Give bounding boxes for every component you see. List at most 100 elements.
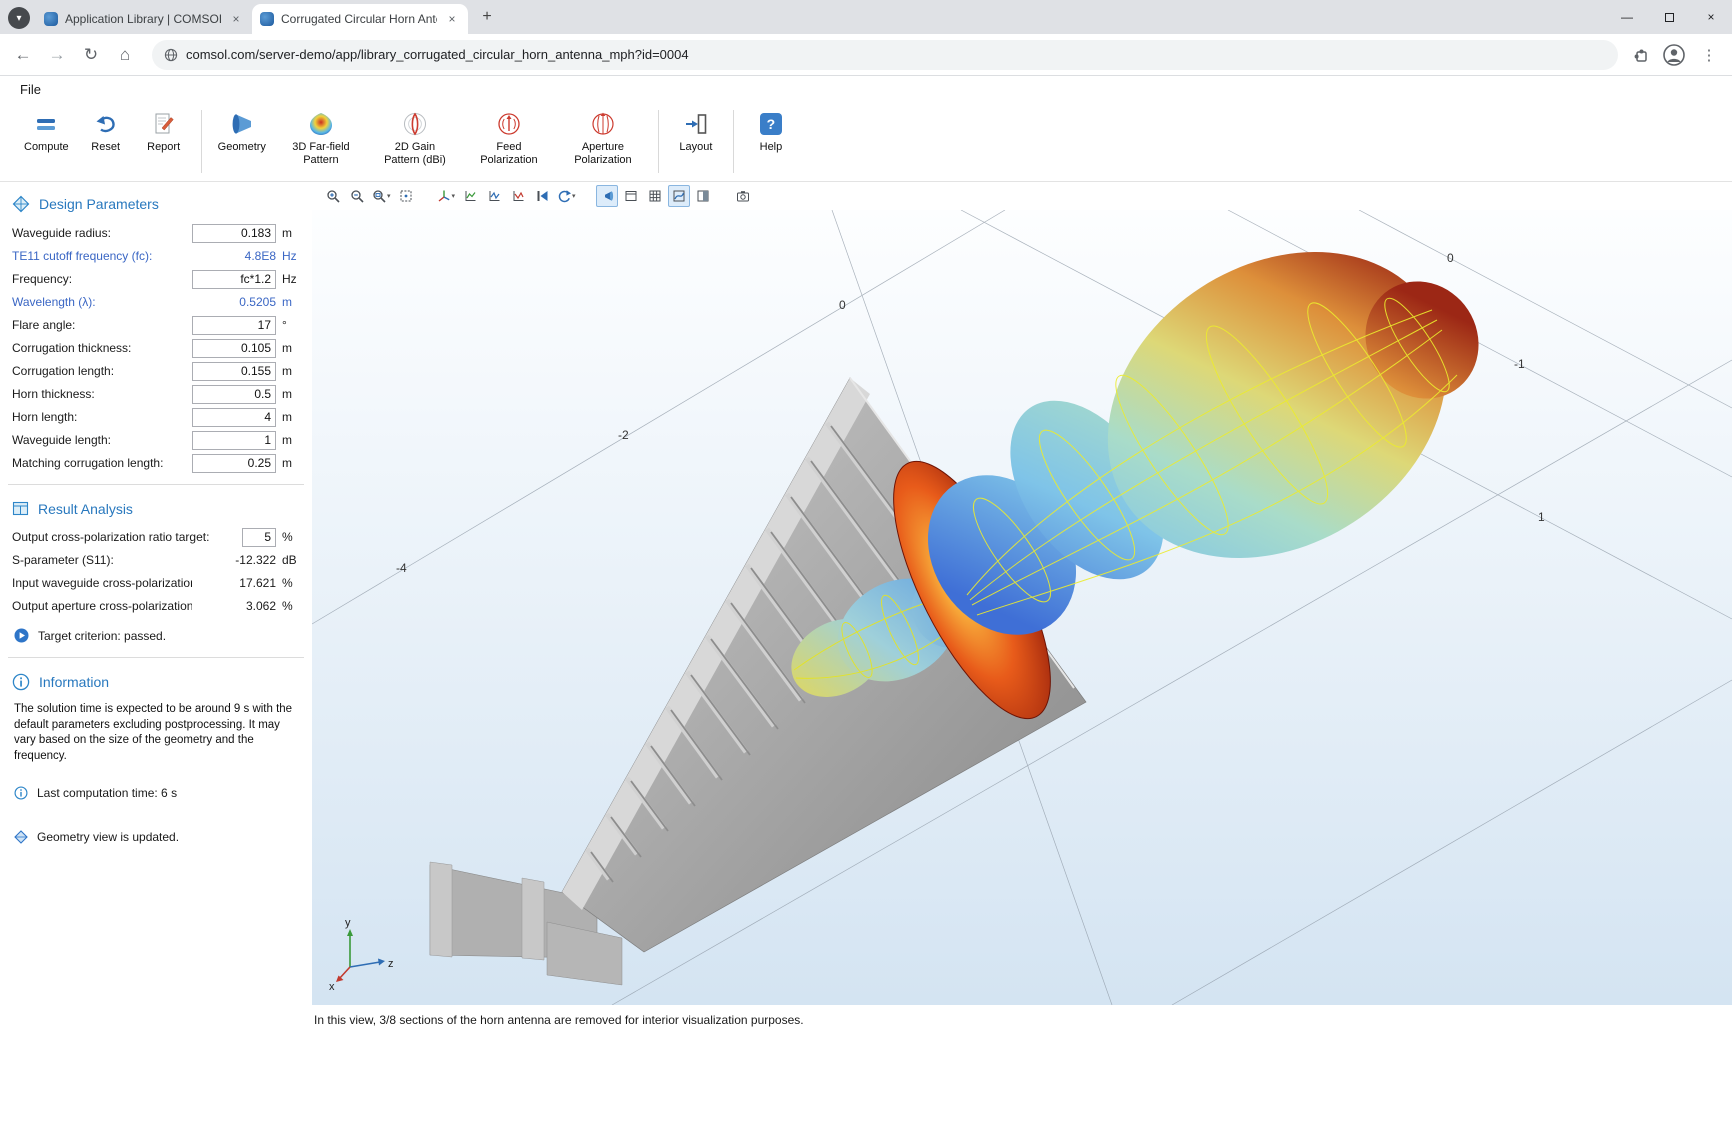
scene-light-icon [600,189,614,203]
show-legend-button[interactable] [620,185,642,207]
snapshot-button[interactable] [732,185,754,207]
tab-application-library[interactable]: Application Library | COMSOL S × [36,4,252,34]
waveguide-length-input[interactable] [192,431,276,450]
section-title: Information [39,674,109,690]
param-unit: m [282,226,302,240]
settings-panel: Design Parameters Waveguide radius: m TE… [0,182,312,1145]
minimize-button[interactable]: — [1606,0,1648,34]
information-body: The solution time is expected to be arou… [0,700,312,768]
close-button[interactable]: × [1690,0,1732,34]
compute-button[interactable]: Compute [16,106,77,158]
clip-plane-button[interactable] [692,185,714,207]
param-label: Horn length: [12,410,192,424]
show-grid-icon [648,189,662,203]
layout-button[interactable]: Layout [667,106,725,158]
view-orientation-button[interactable]: ▾ [435,185,458,207]
axis-label: 0 [1447,251,1454,265]
tab-search-icon[interactable]: ▾ [8,7,30,29]
farfield-button[interactable]: 3D Far-field Pattern [274,106,368,171]
comsol-favicon-icon [44,12,58,26]
ribbon-separator [658,110,659,173]
help-button[interactable]: ? Help [742,106,800,158]
zoom-in-button[interactable] [322,185,344,207]
corrugation-thickness-input[interactable] [192,339,276,358]
result-unit: % [282,576,302,590]
show-legend-icon [624,189,638,203]
design-parameters-icon [12,195,30,213]
url-bar[interactable]: comsol.com/server-demo/app/library_corru… [152,40,1618,70]
reset-button[interactable]: Reset [77,106,135,158]
reload-button[interactable]: ↻ [78,42,104,68]
section-divider [8,657,304,658]
dropdown-caret-icon: ▾ [572,192,576,200]
scene-light-button[interactable] [596,185,618,207]
param-label: TE11 cutoff frequency (fc): [12,249,192,263]
new-tab-button[interactable]: + [474,4,500,30]
extensions-icon[interactable] [1632,45,1652,65]
tab-title: Corrugated Circular Horn Anten [281,12,437,26]
layout-icon [683,110,709,138]
corrugation-length-input[interactable] [192,362,276,381]
axis-label: -1 [1514,357,1525,371]
first-view-button[interactable] [531,185,553,207]
feed-polarization-icon [496,110,522,138]
geometry-button[interactable]: Geometry [210,106,274,158]
rotate-view-button[interactable]: ▾ [555,185,578,207]
plot-yz-button[interactable] [483,185,505,207]
triad-y-label: y [345,917,351,929]
flare-angle-input[interactable] [192,316,276,335]
home-button[interactable]: ⌂ [112,42,138,68]
param-unit: m [282,295,302,309]
result-label: Output aperture cross-polarization ratio… [12,599,192,613]
file-menu[interactable]: File [14,80,47,99]
horn-thickness-input[interactable] [192,385,276,404]
param-row: Horn length: m [0,406,312,428]
gain-pattern-button[interactable]: 2D Gain Pattern (dBi) [368,106,462,171]
zoom-out-icon [350,189,364,203]
aperture-polarization-button[interactable]: Aperture Polarization [556,106,650,171]
result-unit: dB [282,553,302,567]
zoom-box-icon [372,189,386,203]
waveguide-radius-input[interactable] [192,224,276,243]
tab-close-icon[interactable]: × [444,11,460,27]
param-row: Waveguide radius: m [0,222,312,244]
graphics-canvas[interactable]: 0 -2 -4 0 -1 1 [312,210,1732,1005]
horn-length-input[interactable] [192,408,276,427]
param-unit: Hz [282,249,302,263]
maximize-button[interactable] [1648,0,1690,34]
zoom-out-button[interactable] [346,185,368,207]
zoom-box-button[interactable]: ▾ [370,185,393,207]
ribbon-separator [201,110,202,173]
result-row: Output aperture cross-polarization ratio… [0,595,312,617]
browser-menu-icon[interactable]: ⋮ [1696,42,1722,68]
plot-xy-button[interactable] [459,185,481,207]
param-label: Horn thickness: [12,387,192,401]
show-axes-button[interactable] [668,185,690,207]
result-row: S-parameter (S11): -12.322 dB [0,549,312,571]
axis-label: 1 [1538,510,1545,524]
frequency-input[interactable] [192,270,276,289]
matching-corrugation-length-input[interactable] [192,454,276,473]
section-title: Result Analysis [38,501,133,517]
back-button[interactable]: ← [10,42,36,68]
output-cross-pol-target-input[interactable] [242,528,276,547]
status-text: Last computation time: 6 s [37,786,177,800]
site-info-icon[interactable] [164,48,178,62]
plot-zx-button[interactable] [507,185,529,207]
param-unit: m [282,341,302,355]
tab-close-icon[interactable]: × [228,11,244,27]
show-grid-button[interactable] [644,185,666,207]
profile-avatar[interactable] [1662,43,1686,67]
report-button[interactable]: Report [135,106,193,158]
result-label: S-parameter (S11): [12,553,192,567]
zoom-in-icon [326,189,340,203]
status-text: Geometry view is updated. [37,830,179,844]
nav-bar: ← → ↻ ⌂ comsol.com/server-demo/app/libra… [0,34,1732,76]
tab-horn-antenna[interactable]: Corrugated Circular Horn Anten × [252,4,468,34]
axis-label: -2 [618,428,629,442]
feed-polarization-button[interactable]: Feed Polarization [462,106,556,171]
forward-button[interactable]: → [44,42,70,68]
farfield-pattern-icon [308,110,334,138]
zoom-extents-button[interactable] [395,185,417,207]
param-row: Frequency: Hz [0,268,312,290]
